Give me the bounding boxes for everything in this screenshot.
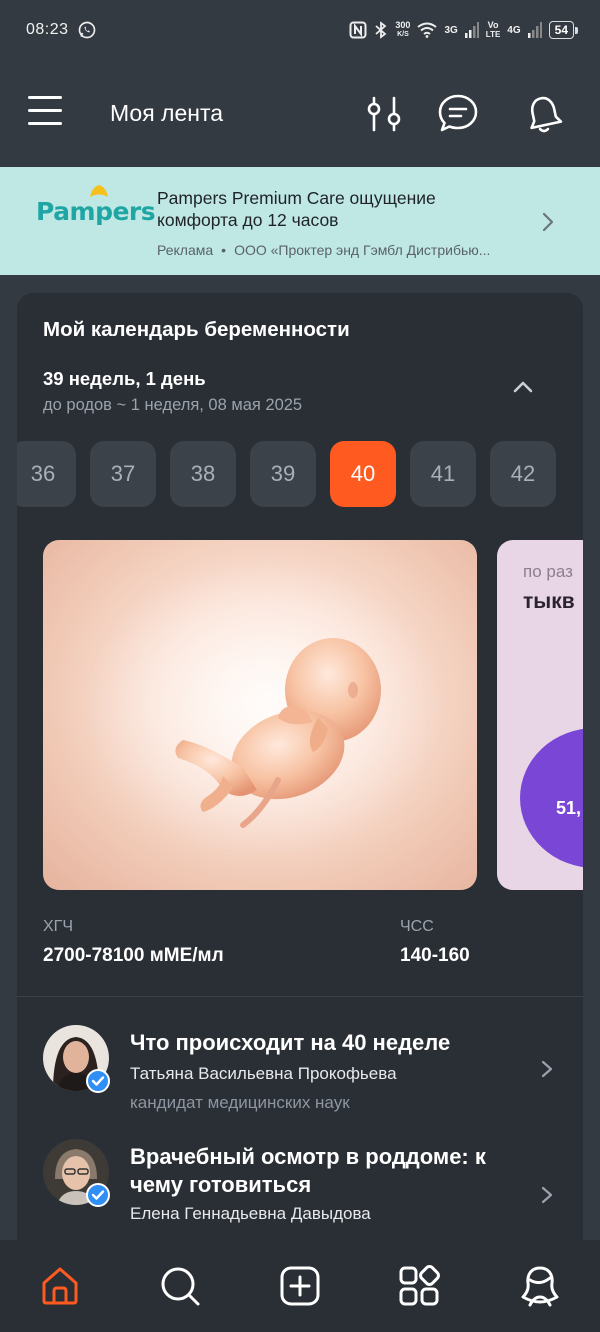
ad-banner[interactable]: Pampers Pampers Premium Care ощущение ко… [0,167,600,275]
page-title: Моя лента [110,100,224,126]
add-icon[interactable] [278,1264,322,1308]
battery-indicator: 54 [548,21,579,39]
week-chip-38[interactable]: 38 [170,441,236,507]
chevron-right-icon [542,212,554,232]
verified-badge-icon [86,1183,110,1207]
wifi-icon [417,22,438,38]
network-speed: 300 K/S [395,20,411,38]
services-icon[interactable] [397,1264,441,1308]
week-selector: 36 37 38 39 40 41 42 [17,441,583,507]
whatsapp-icon [78,21,95,39]
pampers-logo: Pampers [36,185,156,226]
bluetooth-icon [375,21,387,39]
due-date-info: до родов ~ 1 неделя, 08 мая 2025 [43,396,303,414]
article-author-degree: кандидат медицинских наук [130,1093,350,1112]
bottom-navigation [0,1240,600,1332]
pampers-logo-mark [90,185,108,197]
hcg-value: 2700-78100 мМЕ/мл [43,945,224,966]
status-time: 08:23 [26,21,69,38]
article-author: Елена Геннадьевна Давыдова [130,1204,371,1223]
filter-icon[interactable] [362,92,406,136]
week-chip-41[interactable]: 41 [410,441,476,507]
search-icon[interactable] [158,1264,202,1308]
ad-label: Реклама [157,242,214,258]
heart-rate-value: 140-160 [400,945,470,966]
signal-icon-2 [527,22,542,38]
fruit-size-card[interactable]: по раз тыкв 51, [497,540,583,890]
size-value: 51, [556,798,582,818]
chevron-up-icon[interactable] [512,379,534,395]
chat-icon[interactable] [436,92,480,136]
week-chip-40-selected[interactable]: 40 [330,441,396,507]
home-icon[interactable] [38,1264,82,1308]
menu-icon[interactable] [28,96,64,128]
pregnancy-calendar-card: Мой календарь беременности 39 недель, 1 … [17,293,583,1253]
ad-meta: Реклама • ООО «Проктер энд Гэмбл Дистрибью… [157,242,491,258]
week-chip-42[interactable]: 42 [490,441,556,507]
ad-headline: Pampers Premium Care ощущение комфорта д… [157,188,436,230]
pregnancy-term: 39 недель, 1 день [43,368,206,389]
size-fruit-name: тыкв [523,590,575,613]
size-caption: по раз [523,562,573,581]
bell-icon[interactable] [522,92,566,136]
fetus-illustration[interactable] [43,540,477,890]
chevron-right-icon [541,1060,553,1078]
volte-indicator: Vo LTE [485,20,501,39]
sim2-type: 4G [507,24,521,36]
chevron-right-icon [541,1186,553,1204]
verified-badge-icon [86,1069,110,1093]
week-chip-37[interactable]: 37 [90,441,156,507]
week-chip-39[interactable]: 39 [250,441,316,507]
article-title: Врачебный осмотр в роддоме: к чему готов… [130,1144,486,1197]
article-title: Что происходит на 40 неделе [130,1030,451,1055]
calendar-title: Мой календарь беременности [43,318,350,341]
week-chip-36[interactable]: 36 [17,441,76,507]
app-bar: Моя лента [0,60,600,167]
status-bar: 08:23 300 K/S 3G Vo LTE 4G 54 [0,0,600,60]
heart-rate-label: ЧСС [400,918,434,935]
article-item[interactable]: Врачебный осмотр в роддоме: к чему готов… [17,1127,583,1253]
article-author: Татьяна Васильевна Прокофьева [130,1064,397,1083]
ad-advertiser: ООО «Проктер энд Гэмбл Дистрибью... [234,242,491,258]
nfc-icon [349,21,367,39]
signal-icon [464,22,479,38]
article-item[interactable]: Что происходит на 40 неделе Татьяна Васи… [17,997,583,1127]
sim1-type: 3G [444,24,458,36]
fetus-image [83,560,443,860]
profile-icon[interactable] [518,1264,562,1308]
hcg-label: ХГЧ [43,918,73,935]
